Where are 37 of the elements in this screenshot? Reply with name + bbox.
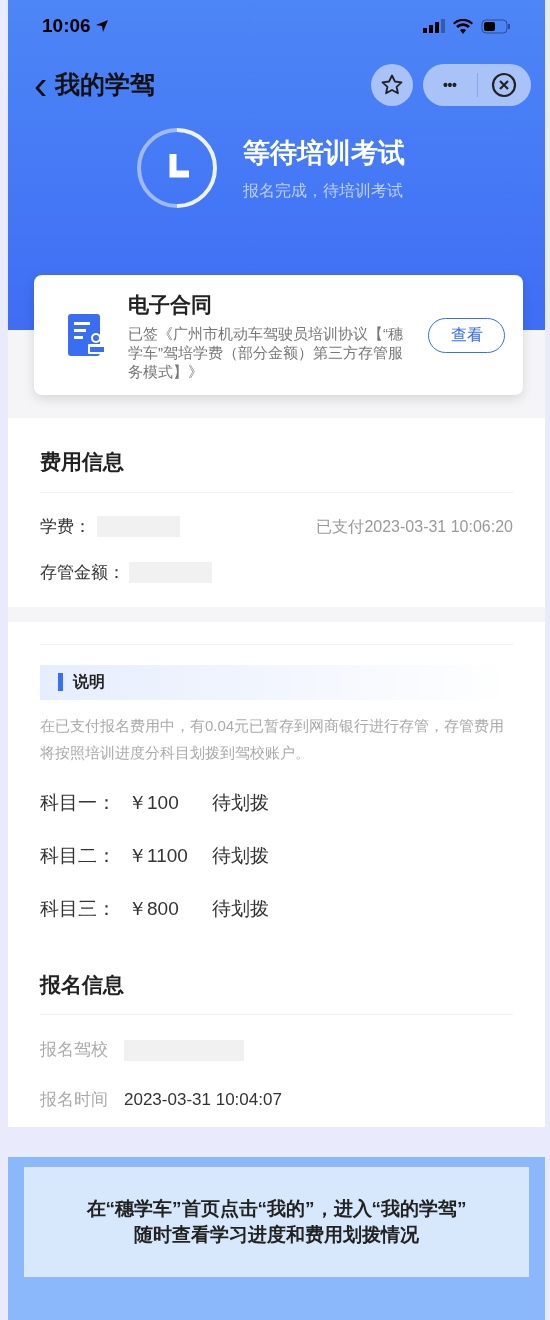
wifi-icon — [453, 18, 473, 34]
subject-amount: ￥1100 — [128, 844, 189, 869]
contract-description: 已签《广州市机动车驾驶员培训协议【“穗学车”驾培学费（部分金额）第三方存管服务模式】》 — [128, 324, 404, 382]
star-button[interactable] — [371, 64, 413, 106]
fee-label: 存管金额： — [40, 561, 125, 584]
section-title: 费用信息 — [40, 446, 513, 493]
status-title: 等待培训考试 — [242, 136, 405, 170]
explanation-title: 说明 — [73, 672, 105, 692]
status-time: 10:06 — [42, 13, 91, 38]
page-title: 我的学驾 — [55, 69, 156, 101]
accent-bar — [58, 673, 63, 691]
battery-icon — [481, 18, 511, 34]
payment-note: 已支付2023-03-31 10:06:20 — [316, 516, 513, 537]
section-title: 报名信息 — [40, 968, 513, 1015]
explanation-text: 在已支付报名费用中，有0.04元已暂存到网商银行进行存管，存管费用将按照培训进度分科目划拨到驾校账户。 — [40, 715, 506, 763]
subject-label: 科目三： — [40, 897, 116, 922]
back-button[interactable]: ‹ — [34, 65, 48, 105]
registration-value: 2023-03-31 10:04:07 — [124, 1089, 282, 1112]
subject-amount: ￥800 — [128, 897, 180, 922]
subject-status: 待划拨 — [212, 791, 269, 816]
subject-status: 待划拨 — [212, 897, 269, 922]
status-subtitle: 报名完成，待培训考试 — [242, 181, 404, 202]
signal-icon — [423, 19, 445, 33]
more-button[interactable]: ••• — [423, 74, 477, 96]
star-icon — [380, 73, 404, 97]
clock-icon — [134, 126, 219, 210]
subject-label: 科目二： — [40, 844, 116, 869]
subject-status: 待划拨 — [212, 844, 269, 869]
banner-text: 在“穗学车”首页点击“我的”，进入“我的学驾” — [86, 1197, 467, 1221]
subject-label: 科目一： — [40, 791, 116, 816]
location-arrow-icon — [94, 19, 109, 33]
registration-label: 报名时间 — [40, 1089, 108, 1112]
fee-label: 学费： — [40, 515, 91, 538]
contract-title: 电子合同 — [128, 291, 213, 318]
banner-text: 随时查看学习进度和费用划拨情况 — [134, 1223, 419, 1247]
registration-label: 报名驾校 — [40, 1039, 108, 1062]
subject-amount: ￥100 — [128, 791, 180, 816]
